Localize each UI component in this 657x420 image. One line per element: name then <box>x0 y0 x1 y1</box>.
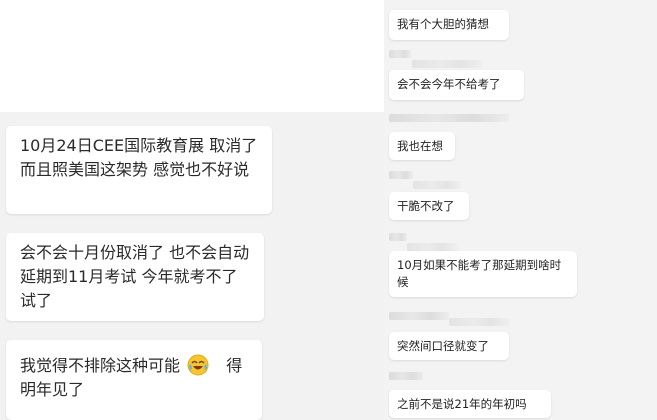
chat-bubble-2[interactable]: 会不会今年不给考了 <box>389 70 524 100</box>
message-text: 会不会十月份取消了 也不会自动延期到11月考试 今年就考不了试了 <box>20 243 250 310</box>
message-bubble-3[interactable]: 我觉得不排除这种可能 得明年见了 <box>6 340 262 420</box>
chat-text: 突然间口径就变了 <box>397 339 489 353</box>
message-text: 10月24日CEE国际教育展 取消了 而且照美国这架势 感觉也不好说 <box>20 136 258 179</box>
blurred-username <box>389 312 449 320</box>
message-text: 我觉得不排除这种可能 <box>20 356 181 375</box>
chat-bubble-1[interactable]: 我有个大胆的猜想 <box>389 10 509 40</box>
message-bubble-2[interactable]: 会不会十月份取消了 也不会自动延期到11月考试 今年就考不了试了 <box>6 233 264 321</box>
chat-text: 干脆不改了 <box>397 199 455 213</box>
chat-text: 会不会今年不给考了 <box>397 77 501 91</box>
blurred-username <box>389 171 413 179</box>
blank-area <box>0 0 384 112</box>
chat-text: 之前不是说21年的年初吗 <box>397 397 527 411</box>
chat-bubble-6[interactable]: 突然间口径就变了 <box>389 332 509 360</box>
laughing-tears-emoji <box>187 354 209 376</box>
blurred-username <box>389 233 407 241</box>
chat-bubble-4[interactable]: 干脆不改了 <box>389 192 469 220</box>
blurred-username <box>412 60 482 68</box>
chat-bubble-7[interactable]: 之前不是说21年的年初吗 <box>389 390 551 418</box>
chat-bubble-3[interactable]: 我也在想 <box>389 132 455 160</box>
blurred-username <box>389 50 411 58</box>
blurred-username <box>389 372 423 380</box>
blurred-username <box>389 114 509 122</box>
chat-text: 10月如果不能考了那延期到啥时候 <box>397 258 562 289</box>
blurred-username <box>407 243 457 251</box>
blurred-username <box>413 181 461 189</box>
chat-text: 我有个大胆的猜想 <box>397 17 489 31</box>
blurred-username <box>449 318 509 326</box>
message-bubble-1[interactable]: 10月24日CEE国际教育展 取消了 而且照美国这架势 感觉也不好说 <box>6 126 272 214</box>
chat-bubble-5[interactable]: 10月如果不能考了那延期到啥时候 <box>389 251 577 297</box>
chat-text: 我也在想 <box>397 139 443 153</box>
